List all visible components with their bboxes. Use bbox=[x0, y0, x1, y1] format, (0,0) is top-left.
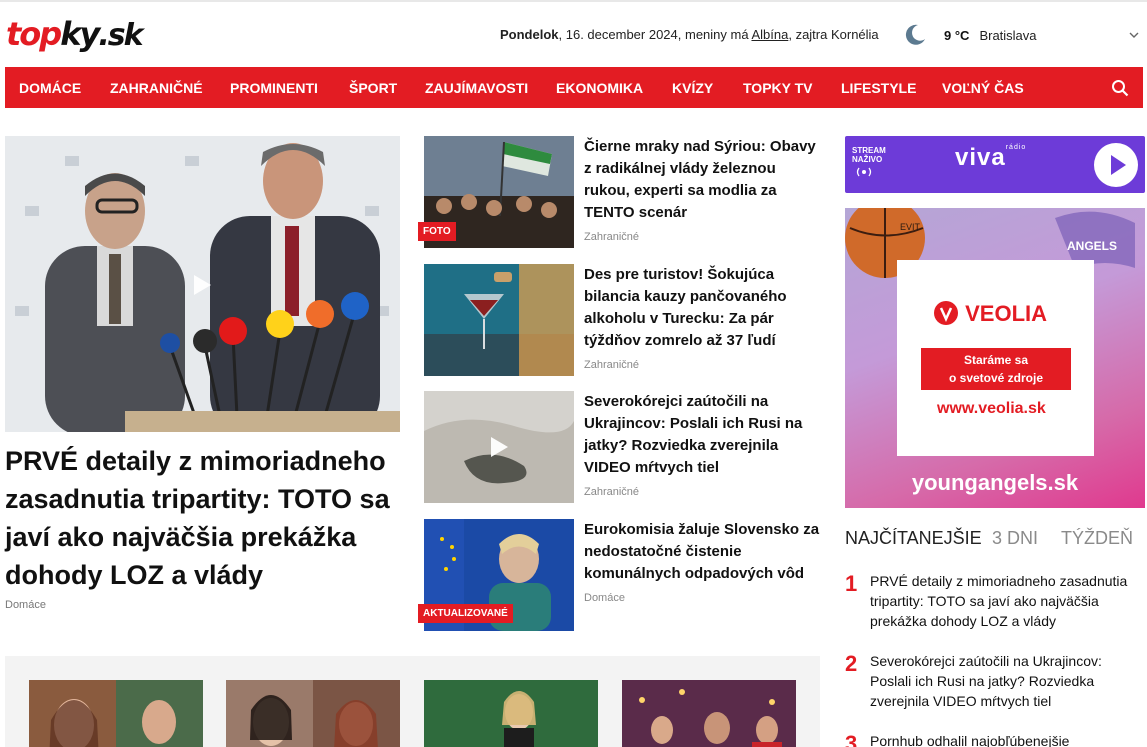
weather-temperature: 9 °C bbox=[944, 27, 970, 43]
tab-3-dni[interactable]: 3 DNI bbox=[992, 528, 1038, 549]
veolia-logo: VEOLIA bbox=[933, 300, 1047, 327]
gallery-thumbnail[interactable] bbox=[424, 680, 598, 747]
celebrity-photo-illustration bbox=[424, 680, 598, 747]
site-header: topky.sk Pondelok, 16. december 2024, me… bbox=[0, 2, 1147, 66]
play-icon bbox=[1111, 155, 1126, 175]
article-thumbnail[interactable] bbox=[424, 264, 574, 376]
logo-part-1: top bbox=[6, 15, 62, 53]
updated-badge: AKTUALIZOVANÉ bbox=[418, 604, 513, 623]
angels-mark: ANGELS bbox=[1067, 239, 1117, 253]
nav-item-volny-cas[interactable]: VOĽNÝ ČAS bbox=[942, 80, 1024, 96]
nav-item-kvizy[interactable]: KVÍZY bbox=[672, 80, 713, 96]
article-title[interactable]: Čierne mraky nad Sýriou: Obavy z radikál… bbox=[584, 136, 824, 224]
radio-play-button[interactable] bbox=[1094, 143, 1138, 187]
article-thumbnail[interactable] bbox=[424, 391, 574, 503]
gallery-thumbnail[interactable] bbox=[622, 680, 796, 747]
lead-story-image[interactable] bbox=[5, 136, 400, 432]
nameday-tomorrow: , zajtra Kornélia bbox=[788, 27, 879, 42]
most-read-rank: 1 bbox=[845, 571, 858, 596]
celebrity-photo-illustration bbox=[226, 680, 400, 747]
most-read-item[interactable]: Severokórejci zaútočili na Ukrajincov: P… bbox=[870, 651, 1140, 711]
moon-icon bbox=[905, 24, 925, 45]
logo-part-3: .sk bbox=[98, 18, 143, 53]
nav-item-domace[interactable]: DOMÁCE bbox=[19, 80, 81, 96]
play-icon[interactable] bbox=[488, 436, 510, 458]
veolia-url: www.veolia.sk bbox=[937, 400, 1046, 417]
most-read-rank: 2 bbox=[845, 651, 858, 676]
site-logo[interactable]: topky.sk bbox=[6, 14, 144, 56]
article-category[interactable]: Zahraničné bbox=[584, 231, 639, 243]
logo-part-2: ky bbox=[60, 15, 100, 53]
article-category[interactable]: Domáce bbox=[584, 592, 625, 604]
most-read-item[interactable]: PRVÉ detaily z mimoriadneho zasadnutia t… bbox=[870, 571, 1140, 631]
gallery-thumbnail[interactable] bbox=[226, 680, 400, 747]
main-navigation: DOMÁCE ZAHRANIČNÉ PROMINENTI ŠPORT ZAUJÍ… bbox=[5, 67, 1143, 108]
veolia-logo-icon bbox=[934, 301, 958, 325]
celebrity-photo-illustration bbox=[29, 680, 203, 747]
article-title[interactable]: Severokórejci zaútočili na Ukrajincov: P… bbox=[584, 391, 824, 479]
article-title[interactable]: Eurokomisia žaluje Slovensko za nedostat… bbox=[584, 519, 824, 585]
foto-badge: FOTO bbox=[418, 222, 456, 241]
nav-item-zaujimavosti[interactable]: ZAUJÍMAVOSTI bbox=[425, 80, 528, 96]
family-photo-illustration bbox=[622, 680, 796, 747]
lead-story-headline[interactable]: PRVÉ detaily z mimoriadneho zasadnutia t… bbox=[5, 442, 405, 594]
chevron-down-icon[interactable] bbox=[1128, 29, 1140, 41]
weather-widget[interactable]: 9 °C Bratislava bbox=[902, 22, 1037, 48]
most-read-rank: 3 bbox=[845, 731, 858, 747]
radio-logo: vivarádio bbox=[955, 144, 1027, 171]
stream-live-label: STREAM NAŽIVO bbox=[852, 146, 886, 180]
ad-site-url: youngangels.sk bbox=[911, 470, 1079, 495]
most-read-item[interactable]: Pornhub odhalil najobľúbenejšie bbox=[870, 731, 1140, 747]
advertisement-banner[interactable]: EVIT ANGELS VEOLIA Staráme sa o svetové … bbox=[845, 208, 1145, 508]
nav-item-lifestyle[interactable]: LIFESTYLE bbox=[841, 80, 916, 96]
nameday-link[interactable]: Albína bbox=[751, 27, 788, 42]
cocktail-illustration bbox=[424, 264, 574, 376]
tab-najcitanejsie[interactable]: NAJČÍTANEJŠIE bbox=[845, 528, 982, 549]
nav-item-prominenti[interactable]: PROMINENTI bbox=[230, 80, 318, 96]
nav-item-ekonomika[interactable]: EKONOMIKA bbox=[556, 80, 643, 96]
lead-story-category[interactable]: Domáce bbox=[5, 599, 46, 611]
article-category[interactable]: Zahraničné bbox=[584, 486, 639, 498]
veolia-slogan: Staráme sa o svetové zdroje bbox=[921, 348, 1071, 390]
nav-item-topky-tv[interactable]: TOPKY TV bbox=[743, 80, 813, 96]
weather-city: Bratislava bbox=[979, 27, 1037, 43]
search-icon[interactable] bbox=[1111, 79, 1129, 97]
most-read-tabs: NAJČÍTANEJŠIE 3 DNI TÝŽDEŇ bbox=[845, 528, 1145, 550]
nav-item-sport[interactable]: ŠPORT bbox=[349, 80, 397, 96]
ball-brand: EVIT bbox=[900, 222, 921, 232]
radio-stream-banner[interactable]: STREAM NAŽIVO vivarádio bbox=[845, 136, 1145, 193]
date-nameday-line: Pondelok, 16. december 2024, meniny má A… bbox=[500, 27, 879, 42]
gallery-thumbnail[interactable] bbox=[29, 680, 203, 747]
article-title[interactable]: Des pre turistov! Šokujúca bilancia kauz… bbox=[584, 264, 824, 352]
date-rest: , 16. december 2024, meniny má bbox=[558, 27, 752, 42]
article-category[interactable]: Zahraničné bbox=[584, 359, 639, 371]
nav-item-zahranicne[interactable]: ZAHRANIČNÉ bbox=[110, 80, 203, 96]
broadcast-icon bbox=[856, 167, 872, 177]
tab-tyzden[interactable]: TÝŽDEŇ bbox=[1061, 528, 1133, 549]
play-icon[interactable] bbox=[191, 274, 213, 296]
date-day: Pondelok bbox=[500, 27, 559, 42]
